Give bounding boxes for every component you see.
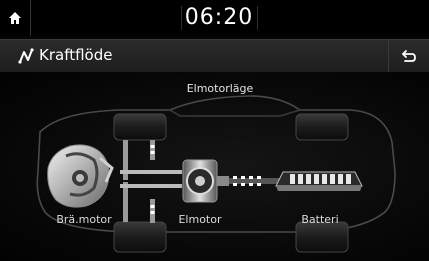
home-button[interactable] [0,0,31,36]
home-icon [9,12,21,24]
back-arrow-icon [402,50,416,62]
engine-icon [47,144,114,208]
vehicle-diagram [36,95,396,253]
electric-motor-icon [182,159,229,203]
motor-label: Elmotor [178,213,222,226]
battery-icon [275,171,363,191]
status-bar: 06:20 [0,0,429,36]
screen: 06:20 Kraftflöde Elmotorläge Brä.motor E… [0,0,429,261]
power-flow-icon [18,48,34,64]
page-title: Kraftflöde [39,46,113,64]
engine-label: Brä.motor [56,213,112,226]
power-flow-diagram: Elmotorläge Brä.motor Elmotor Batteri [0,72,429,261]
mode-label: Elmotorläge [186,82,254,95]
back-button[interactable] [388,40,429,72]
wheel-front-left [113,113,167,141]
title-bar: Kraftflöde [0,39,429,73]
clock: 06:20 [184,5,254,30]
battery-label: Batteri [301,213,339,226]
wheel-rear-left [295,113,349,141]
divider [257,6,258,30]
wheel-front-right [113,221,167,253]
wheel-rear-right [295,221,349,253]
